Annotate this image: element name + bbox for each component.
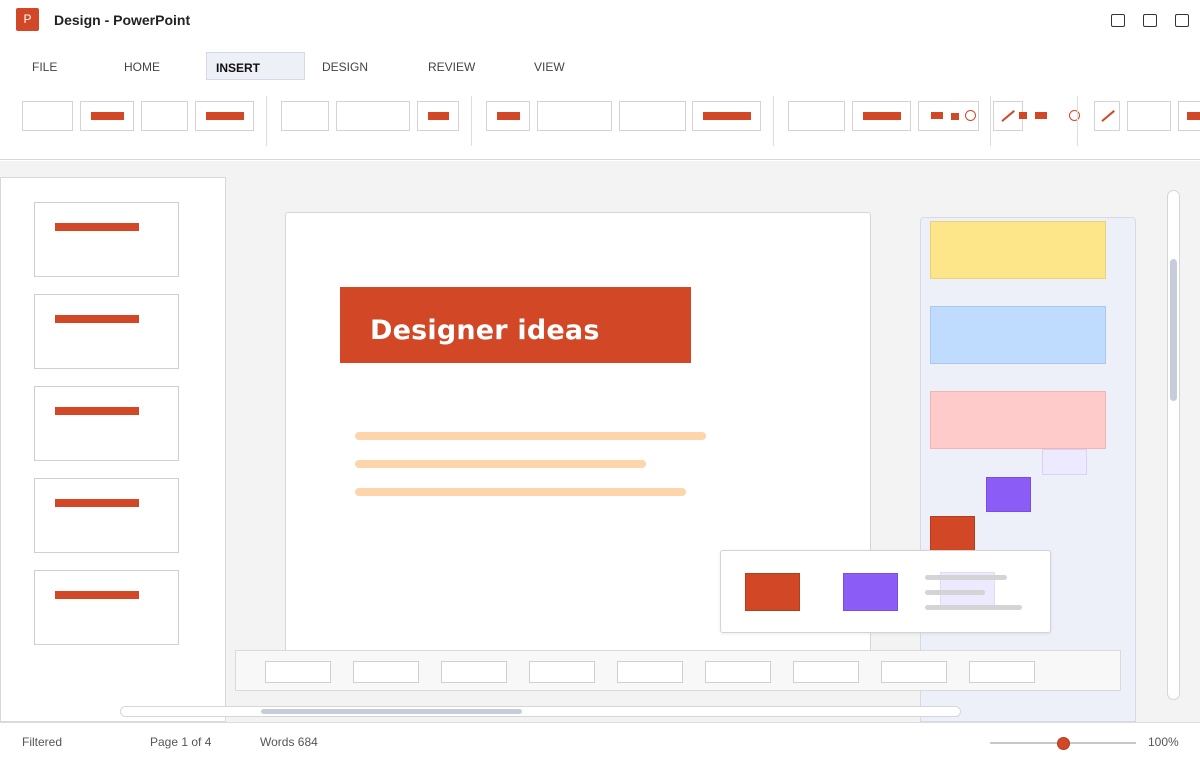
- ribbon-button[interactable]: [619, 101, 686, 131]
- vertical-scrollbar[interactable]: [1167, 190, 1180, 700]
- slide-thumbnail[interactable]: [34, 386, 179, 461]
- powerpoint-icon: P: [16, 8, 39, 31]
- tab-home[interactable]: HOME: [116, 52, 176, 80]
- design-idea-swatch[interactable]: [986, 477, 1031, 512]
- notes-strip: [235, 650, 1121, 691]
- rectangle-shape-icon: [1035, 112, 1047, 119]
- ribbon-separator: [471, 96, 472, 146]
- slide-text-line[interactable]: [355, 488, 686, 496]
- design-idea-swatch[interactable]: [1042, 449, 1087, 475]
- rectangle-shape-icon: [951, 113, 959, 120]
- ribbon-button[interactable]: [22, 101, 73, 131]
- horizontal-scroll-thumb[interactable]: [261, 709, 522, 714]
- ribbon-separator: [773, 96, 774, 146]
- ribbon-separator: [266, 96, 267, 146]
- thumbnail-title-bar: [55, 315, 139, 323]
- slide-thumbnail[interactable]: [34, 294, 179, 369]
- ribbon-button[interactable]: [195, 101, 254, 131]
- ribbon-button[interactable]: [852, 101, 911, 131]
- thumbnail-title-bar: [55, 499, 139, 507]
- ribbon-button-glyph: [428, 112, 449, 120]
- ribbon-button-glyph: [206, 112, 244, 120]
- line-shape-icon: [1101, 110, 1115, 122]
- text-line-placeholder: [925, 605, 1022, 610]
- page-count: Page 1 of 4: [150, 735, 212, 749]
- strip-item[interactable]: [881, 661, 947, 683]
- thumbnail-title-bar: [55, 407, 139, 415]
- word-count: Words 684: [260, 735, 318, 749]
- design-idea-swatch[interactable]: [930, 391, 1106, 449]
- tab-view[interactable]: VIEW: [526, 52, 576, 80]
- design-idea-swatch[interactable]: [930, 516, 975, 551]
- ribbon-button[interactable]: [80, 101, 134, 131]
- slide-thumbnail[interactable]: [34, 202, 179, 277]
- close-icon[interactable]: [1175, 14, 1189, 27]
- slide-text-line[interactable]: [355, 460, 646, 468]
- thumbnail-title-bar: [55, 591, 139, 599]
- zoom-level[interactable]: 100%: [1148, 735, 1179, 749]
- ribbon-button[interactable]: [336, 101, 410, 131]
- ribbon-button[interactable]: [281, 101, 329, 131]
- ribbon-button[interactable]: [537, 101, 612, 131]
- ribbon-button-glyph: [1187, 112, 1200, 120]
- circle-shape-icon: [965, 110, 976, 121]
- zoom-slider-thumb[interactable]: [1056, 737, 1070, 750]
- ribbon-button-glyph: [91, 112, 124, 120]
- ribbon-separator: [990, 96, 991, 146]
- circle-shape-icon: [1069, 110, 1080, 121]
- strip-item[interactable]: [441, 661, 507, 683]
- maximize-icon[interactable]: [1143, 14, 1157, 27]
- thumbnail-title-bar: [55, 223, 139, 231]
- text-line-placeholder: [925, 590, 985, 595]
- circle-shape-button[interactable]: [1058, 101, 1088, 131]
- color-option-orange[interactable]: [745, 573, 800, 611]
- strip-item[interactable]: [705, 661, 771, 683]
- ribbon-button[interactable]: [141, 101, 188, 131]
- design-suggestion-card[interactable]: [720, 550, 1051, 633]
- tab-design[interactable]: DESIGN: [314, 52, 374, 80]
- color-option-purple[interactable]: [843, 573, 898, 611]
- design-idea-swatch[interactable]: [930, 221, 1106, 279]
- slide-thumbnail[interactable]: [34, 478, 179, 553]
- strip-item[interactable]: [265, 661, 331, 683]
- shape-gallery-button[interactable]: [918, 101, 979, 131]
- strip-item[interactable]: [529, 661, 595, 683]
- shape-gallery-button[interactable]: [1006, 101, 1061, 131]
- ribbon-separator: [1077, 96, 1078, 146]
- ribbon-button-glyph: [703, 112, 751, 120]
- tab-file[interactable]: FILE: [24, 52, 64, 80]
- strip-item[interactable]: [353, 661, 419, 683]
- rectangle-shape-icon: [931, 112, 943, 119]
- ribbon-button[interactable]: [486, 101, 530, 131]
- slide-title-box[interactable]: Designer ideas: [340, 287, 691, 363]
- ribbon-button-glyph: [497, 112, 520, 120]
- slide-thumbnail[interactable]: [34, 570, 179, 645]
- strip-item[interactable]: [969, 661, 1035, 683]
- slide-title[interactable]: Designer ideas: [370, 315, 600, 346]
- ribbon-button[interactable]: [1178, 101, 1200, 131]
- line-shape-button[interactable]: [1094, 101, 1120, 131]
- tab-insert[interactable]: INSERT: [206, 52, 305, 80]
- status-bar: Filtered Page 1 of 4 Words 684 100%: [0, 722, 1200, 760]
- horizontal-scrollbar[interactable]: [120, 706, 961, 717]
- ribbon-button[interactable]: [1127, 101, 1171, 131]
- minimize-icon[interactable]: [1111, 14, 1125, 27]
- designer-pane: [920, 217, 1136, 722]
- ribbon-button-glyph: [863, 112, 901, 120]
- title-bar: P Design - PowerPoint: [0, 0, 1200, 42]
- ribbon: [0, 88, 1200, 160]
- design-idea-swatch[interactable]: [930, 306, 1106, 364]
- rectangle-shape-icon: [1019, 112, 1027, 119]
- filter-status[interactable]: Filtered: [22, 735, 62, 749]
- window-title: Design - PowerPoint: [54, 12, 191, 28]
- vertical-scroll-thumb[interactable]: [1170, 259, 1177, 401]
- strip-item[interactable]: [617, 661, 683, 683]
- ribbon-button[interactable]: [417, 101, 459, 131]
- tab-review[interactable]: REVIEW: [420, 52, 480, 80]
- slide-text-line[interactable]: [355, 432, 706, 440]
- text-line-placeholder: [925, 575, 1007, 580]
- strip-item[interactable]: [793, 661, 859, 683]
- ribbon-button[interactable]: [788, 101, 845, 131]
- ribbon-button[interactable]: [692, 101, 761, 131]
